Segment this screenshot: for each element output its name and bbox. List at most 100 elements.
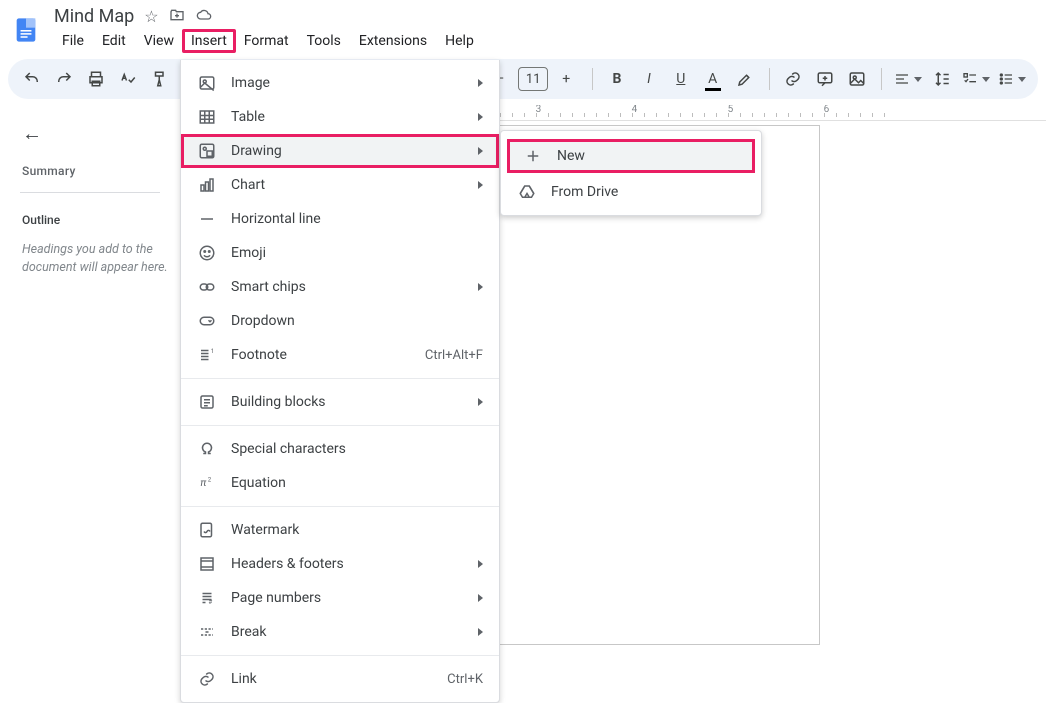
star-icon[interactable]: ☆ <box>144 7 158 26</box>
insert-menu-emoji[interactable]: Emoji <box>181 236 499 270</box>
menu-item-label: Page numbers <box>231 590 464 606</box>
menu-item-label: Smart chips <box>231 279 464 295</box>
menu-help[interactable]: Help <box>437 29 482 53</box>
insert-menu-page-numbers[interactable]: # Page numbers <box>181 581 499 615</box>
insert-menu-watermark[interactable]: Watermark <box>181 513 499 547</box>
emoji-icon <box>197 243 217 263</box>
submenu-arrow-icon <box>478 147 483 155</box>
menu-view[interactable]: View <box>136 29 182 53</box>
insert-menu-table[interactable]: Table <box>181 100 499 134</box>
align-button[interactable] <box>894 65 922 93</box>
menu-divider <box>181 378 499 379</box>
drive-icon <box>517 182 537 202</box>
menu-item-label: Chart <box>231 177 464 193</box>
menu-tools[interactable]: Tools <box>299 29 349 53</box>
submenu-arrow-icon <box>478 628 483 636</box>
menu-edit[interactable]: Edit <box>94 29 134 53</box>
drawing-icon <box>197 141 217 161</box>
print-button[interactable] <box>84 65 108 93</box>
table-icon <box>197 107 217 127</box>
menu-format[interactable]: Format <box>236 29 297 53</box>
insert-menu-footnote[interactable]: 1 Footnote Ctrl+Alt+F <box>181 338 499 372</box>
insert-image-button[interactable] <box>845 65 869 93</box>
submenu-arrow-icon <box>478 283 483 291</box>
insert-menu-horizontal-line[interactable]: Horizontal line <box>181 202 499 236</box>
redo-button[interactable] <box>52 65 76 93</box>
summary-heading: Summary <box>22 164 168 178</box>
bulleted-list-button[interactable] <box>998 65 1026 93</box>
menu-item-label: Horizontal line <box>231 211 483 227</box>
doc-title[interactable]: Mind Map <box>54 6 134 27</box>
drawing-submenu-new[interactable]: New <box>507 139 755 173</box>
ruler[interactable]: 3456 <box>500 105 1046 121</box>
collapse-outline-icon[interactable]: ← <box>22 121 168 146</box>
insert-menu-dropdown[interactable]: Dropdown <box>181 304 499 338</box>
hf-icon <box>197 554 217 574</box>
insert-menu-image[interactable]: Image <box>181 66 499 100</box>
add-comment-button[interactable] <box>813 65 837 93</box>
insert-link-button[interactable] <box>781 65 805 93</box>
menu-item-label: Drawing <box>231 143 464 159</box>
menu-divider <box>181 506 499 507</box>
outline-hint: Headings you add to the document will ap… <box>22 241 168 277</box>
insert-menu-chart[interactable]: Chart <box>181 168 499 202</box>
checklist-button[interactable] <box>962 65 990 93</box>
menu-item-shortcut: Ctrl+K <box>447 672 483 687</box>
insert-menu-dropdown: ImageTable Drawing Chart Horizontal line Emo… <box>180 60 500 703</box>
submenu-arrow-icon <box>478 181 483 189</box>
menu-item-label: Dropdown <box>231 313 483 329</box>
paint-format-button[interactable] <box>148 65 172 93</box>
underline-button[interactable]: U <box>669 65 693 93</box>
footnote-icon: 1 <box>197 345 217 365</box>
ruler-number: 4 <box>632 105 638 115</box>
svg-text:π: π <box>200 476 207 489</box>
font-size-input[interactable]: 11 <box>518 67 548 91</box>
menu-item-label: Watermark <box>231 522 483 538</box>
highlight-color-button[interactable] <box>733 65 757 93</box>
menu-item-label: Footnote <box>231 347 411 363</box>
svg-text:#: # <box>209 599 213 606</box>
menu-item-label: Special characters <box>231 441 483 457</box>
image-icon <box>197 73 217 93</box>
insert-menu-drawing[interactable]: Drawing <box>181 134 499 168</box>
menu-item-shortcut: Ctrl+Alt+F <box>425 348 483 363</box>
insert-menu-equation[interactable]: π2 Equation <box>181 466 499 500</box>
drawing-submenu-from-drive[interactable]: From Drive <box>501 175 761 209</box>
submenu-arrow-icon <box>478 560 483 568</box>
menu-file[interactable]: File <box>54 29 92 53</box>
blocks-icon <box>197 392 217 412</box>
insert-menu-break[interactable]: Break <box>181 615 499 649</box>
ruler-number: 3 <box>536 105 542 115</box>
insert-menu-smart-chips[interactable]: Smart chips <box>181 270 499 304</box>
menu-extensions[interactable]: Extensions <box>351 29 435 53</box>
dropdown-icon <box>197 311 217 331</box>
watermark-icon <box>197 520 217 540</box>
menu-item-label: New <box>557 148 739 164</box>
italic-button[interactable]: I <box>637 65 661 93</box>
menu-insert[interactable]: Insert <box>182 29 236 53</box>
insert-menu-link[interactable]: Link Ctrl+K <box>181 662 499 696</box>
svg-text:2: 2 <box>208 477 212 484</box>
svg-text:1: 1 <box>211 348 214 355</box>
google-docs-logo[interactable] <box>8 12 44 48</box>
move-icon[interactable] <box>169 7 185 26</box>
line-spacing-button[interactable] <box>930 65 954 93</box>
menu-item-label: Link <box>231 671 433 687</box>
link-icon <box>197 669 217 689</box>
outline-panel: ← Summary Outline Headings you add to th… <box>0 105 180 645</box>
insert-menu-building-blocks[interactable]: Building blocks <box>181 385 499 419</box>
pagenum-icon: # <box>197 588 217 608</box>
undo-button[interactable] <box>20 65 44 93</box>
increase-font-size[interactable]: + <box>552 65 580 93</box>
submenu-arrow-icon <box>478 594 483 602</box>
text-color-button[interactable]: A <box>701 65 725 93</box>
chips-icon <box>197 277 217 297</box>
submenu-arrow-icon <box>478 113 483 121</box>
insert-menu-headers-footers[interactable]: Headers & footers <box>181 547 499 581</box>
cloud-status-icon[interactable] <box>195 7 213 26</box>
menu-item-label: Equation <box>231 475 483 491</box>
insert-menu-special-characters[interactable]: Special characters <box>181 432 499 466</box>
spellcheck-button[interactable] <box>116 65 140 93</box>
bold-button[interactable]: B <box>605 65 629 93</box>
menu-item-label: Break <box>231 624 464 640</box>
